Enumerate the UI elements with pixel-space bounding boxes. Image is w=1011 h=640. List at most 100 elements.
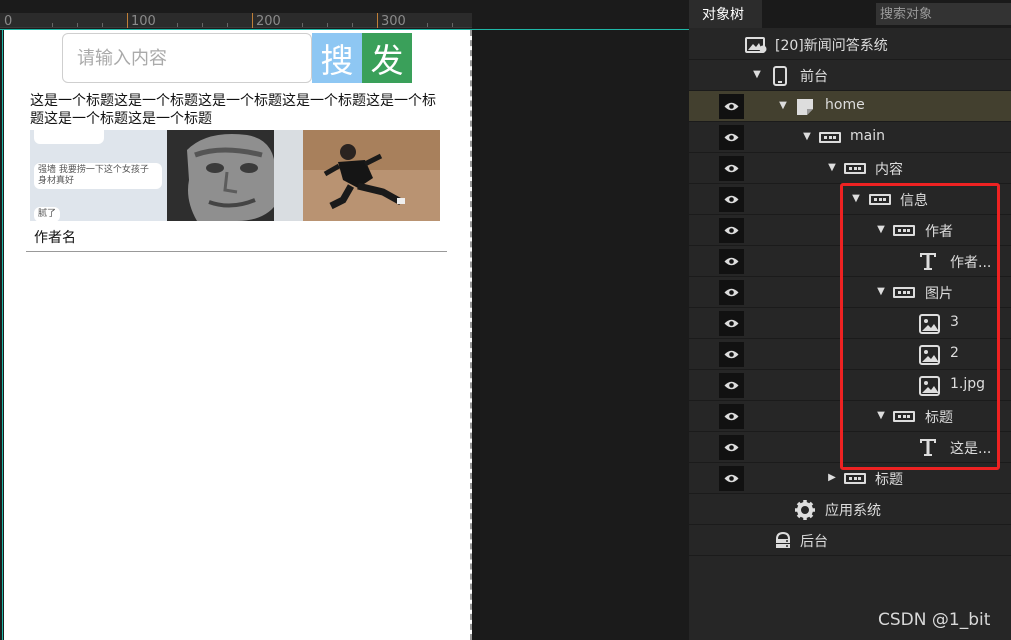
ruler-tick: 200 xyxy=(256,14,281,29)
tree-node[interactable]: ▼ 前台 xyxy=(689,60,1011,91)
expand-arrow-icon[interactable]: ▶ xyxy=(826,472,838,484)
collapse-arrow-icon[interactable]: ▼ xyxy=(875,410,887,422)
tree-node[interactable]: ▶ 标题 xyxy=(689,463,1011,494)
tree-node-label: 2 xyxy=(950,345,959,361)
collapse-arrow-icon[interactable]: ▼ xyxy=(801,131,813,143)
eye-icon[interactable] xyxy=(719,466,744,491)
server-icon xyxy=(773,531,793,550)
ruler-tick: 100 xyxy=(131,14,156,29)
object-tree-panel: 对象树 [20]新闻问答系统 ▼ 前台 ▼ home ▼ main ▼ 内容 ▼ 信息 ▼ 作者作者..… xyxy=(689,0,1011,640)
tree-node-label: 图片 xyxy=(925,286,953,302)
text-icon xyxy=(919,438,937,457)
tree-node-label: main xyxy=(850,128,885,144)
ruler-mark xyxy=(377,13,378,28)
phone-icon xyxy=(773,65,787,86)
ruler-mark xyxy=(127,13,128,28)
tab-object-tree[interactable]: 对象树 xyxy=(689,0,762,28)
eye-icon[interactable] xyxy=(719,218,744,243)
tree-node-label: 内容 xyxy=(875,162,903,178)
guide-line xyxy=(2,29,3,640)
eye-icon[interactable] xyxy=(719,311,744,336)
tree-node[interactable]: 应用系统 xyxy=(689,494,1011,525)
phone-preview: 搜 发 这是一个标题这是一个标题这是一个标题这是一个标题这是一个标题这是一个标题… xyxy=(4,30,472,640)
tree-node-label: 作者 xyxy=(925,224,953,240)
tree-node-label: 应用系统 xyxy=(825,503,881,519)
eye-icon[interactable] xyxy=(719,156,744,181)
eye-icon[interactable] xyxy=(719,249,744,274)
tree-node-label: [20]新闻问答系统 xyxy=(775,38,888,54)
tree-node[interactable]: ▼ 内容 xyxy=(689,153,1011,184)
collapse-arrow-icon[interactable]: ▼ xyxy=(777,100,789,112)
sculpture-face-image[interactable] xyxy=(166,130,304,221)
gear-icon xyxy=(794,499,816,520)
tree-node[interactable]: 1.jpg xyxy=(689,370,1011,401)
tree-node-label: 3 xyxy=(950,314,959,330)
tree-node[interactable]: ▼ home xyxy=(689,91,1011,122)
news-images: 强墙 我要捞一下这个女孩子 身材真好 腻了 xyxy=(30,130,441,221)
watermark: CSDN @1_bit xyxy=(878,610,991,630)
collapse-arrow-icon[interactable]: ▼ xyxy=(826,162,838,174)
tree-node-label: 信息 xyxy=(900,193,928,209)
collapse-arrow-icon[interactable]: ▼ xyxy=(850,193,862,205)
design-canvas[interactable]: 0 100 200 300 搜 发 这是一个标题这是一个标题这是一个标题这是一个… xyxy=(0,0,689,640)
tree-node[interactable]: ▼ 作者 xyxy=(689,215,1011,246)
tree-node[interactable]: ▼ main xyxy=(689,122,1011,153)
search-object-input[interactable] xyxy=(876,3,1011,25)
tree-node-label: 标题 xyxy=(875,472,903,488)
tree-node-label: home xyxy=(825,97,865,113)
ruler-tick: 300 xyxy=(381,14,406,29)
eye-icon[interactable] xyxy=(719,404,744,429)
tree-node-label: 标题 xyxy=(925,410,953,426)
container-icon xyxy=(844,159,866,178)
search-bar: 搜 发 xyxy=(62,33,412,83)
tree-node-label: 后台 xyxy=(800,534,828,550)
ruler-mark xyxy=(252,13,253,28)
running-man-image[interactable] xyxy=(303,130,441,221)
project-icon xyxy=(745,35,767,54)
container-icon xyxy=(844,469,866,488)
tree-node[interactable]: 这是... xyxy=(689,432,1011,463)
post-button[interactable]: 发 xyxy=(362,33,412,83)
image-icon xyxy=(919,313,940,334)
tree-node[interactable]: ▼ 标题 xyxy=(689,401,1011,432)
tree-node[interactable]: [20]新闻问答系统 xyxy=(689,29,1011,60)
tree-node[interactable]: 3 xyxy=(689,308,1011,339)
tree-node[interactable]: ▼ 图片 xyxy=(689,277,1011,308)
tree-node[interactable]: 2 xyxy=(689,339,1011,370)
tree-node-label: 这是... xyxy=(950,441,992,457)
tree-node-label: 1.jpg xyxy=(950,376,986,392)
tree-node[interactable]: 后台 xyxy=(689,525,1011,556)
eye-icon[interactable] xyxy=(719,94,744,119)
image-icon xyxy=(919,375,940,396)
container-icon xyxy=(819,128,841,147)
divider xyxy=(26,251,447,252)
chat-bubble: 强墙 我要捞一下这个女孩子 身材真好 xyxy=(34,163,162,189)
ruler-tick: 0 xyxy=(4,14,13,29)
eye-icon[interactable] xyxy=(719,435,744,460)
collapse-arrow-icon[interactable]: ▼ xyxy=(875,286,887,298)
horizontal-ruler: 0 100 200 300 xyxy=(0,13,472,29)
search-button[interactable]: 搜 xyxy=(312,33,362,83)
collapse-arrow-icon[interactable]: ▼ xyxy=(875,224,887,236)
eye-icon[interactable] xyxy=(719,125,744,150)
image-icon xyxy=(919,344,940,365)
collapse-arrow-icon[interactable]: ▼ xyxy=(751,69,763,81)
search-input[interactable] xyxy=(62,33,312,83)
tree-node-label: 作者... xyxy=(950,255,992,271)
tree-node[interactable]: ▼ 信息 xyxy=(689,184,1011,215)
container-icon xyxy=(869,190,891,209)
chat-screenshot-image[interactable]: 强墙 我要捞一下这个女孩子 身材真好 腻了 xyxy=(30,130,167,221)
eye-icon[interactable] xyxy=(719,187,744,212)
eye-icon[interactable] xyxy=(719,373,744,398)
tree-node[interactable]: 作者... xyxy=(689,246,1011,277)
eye-icon[interactable] xyxy=(719,342,744,367)
panel-header: 对象树 xyxy=(689,0,1011,28)
author-name[interactable]: 作者名 xyxy=(34,227,76,247)
container-icon xyxy=(893,221,915,240)
text-icon xyxy=(919,252,937,271)
container-icon xyxy=(893,407,915,426)
chat-bubble: 腻了 xyxy=(34,207,61,221)
news-title[interactable]: 这是一个标题这是一个标题这是一个标题这是一个标题这是一个标题这是一个标题这是一个… xyxy=(30,92,445,128)
page-icon xyxy=(795,97,815,116)
eye-icon[interactable] xyxy=(719,280,744,305)
